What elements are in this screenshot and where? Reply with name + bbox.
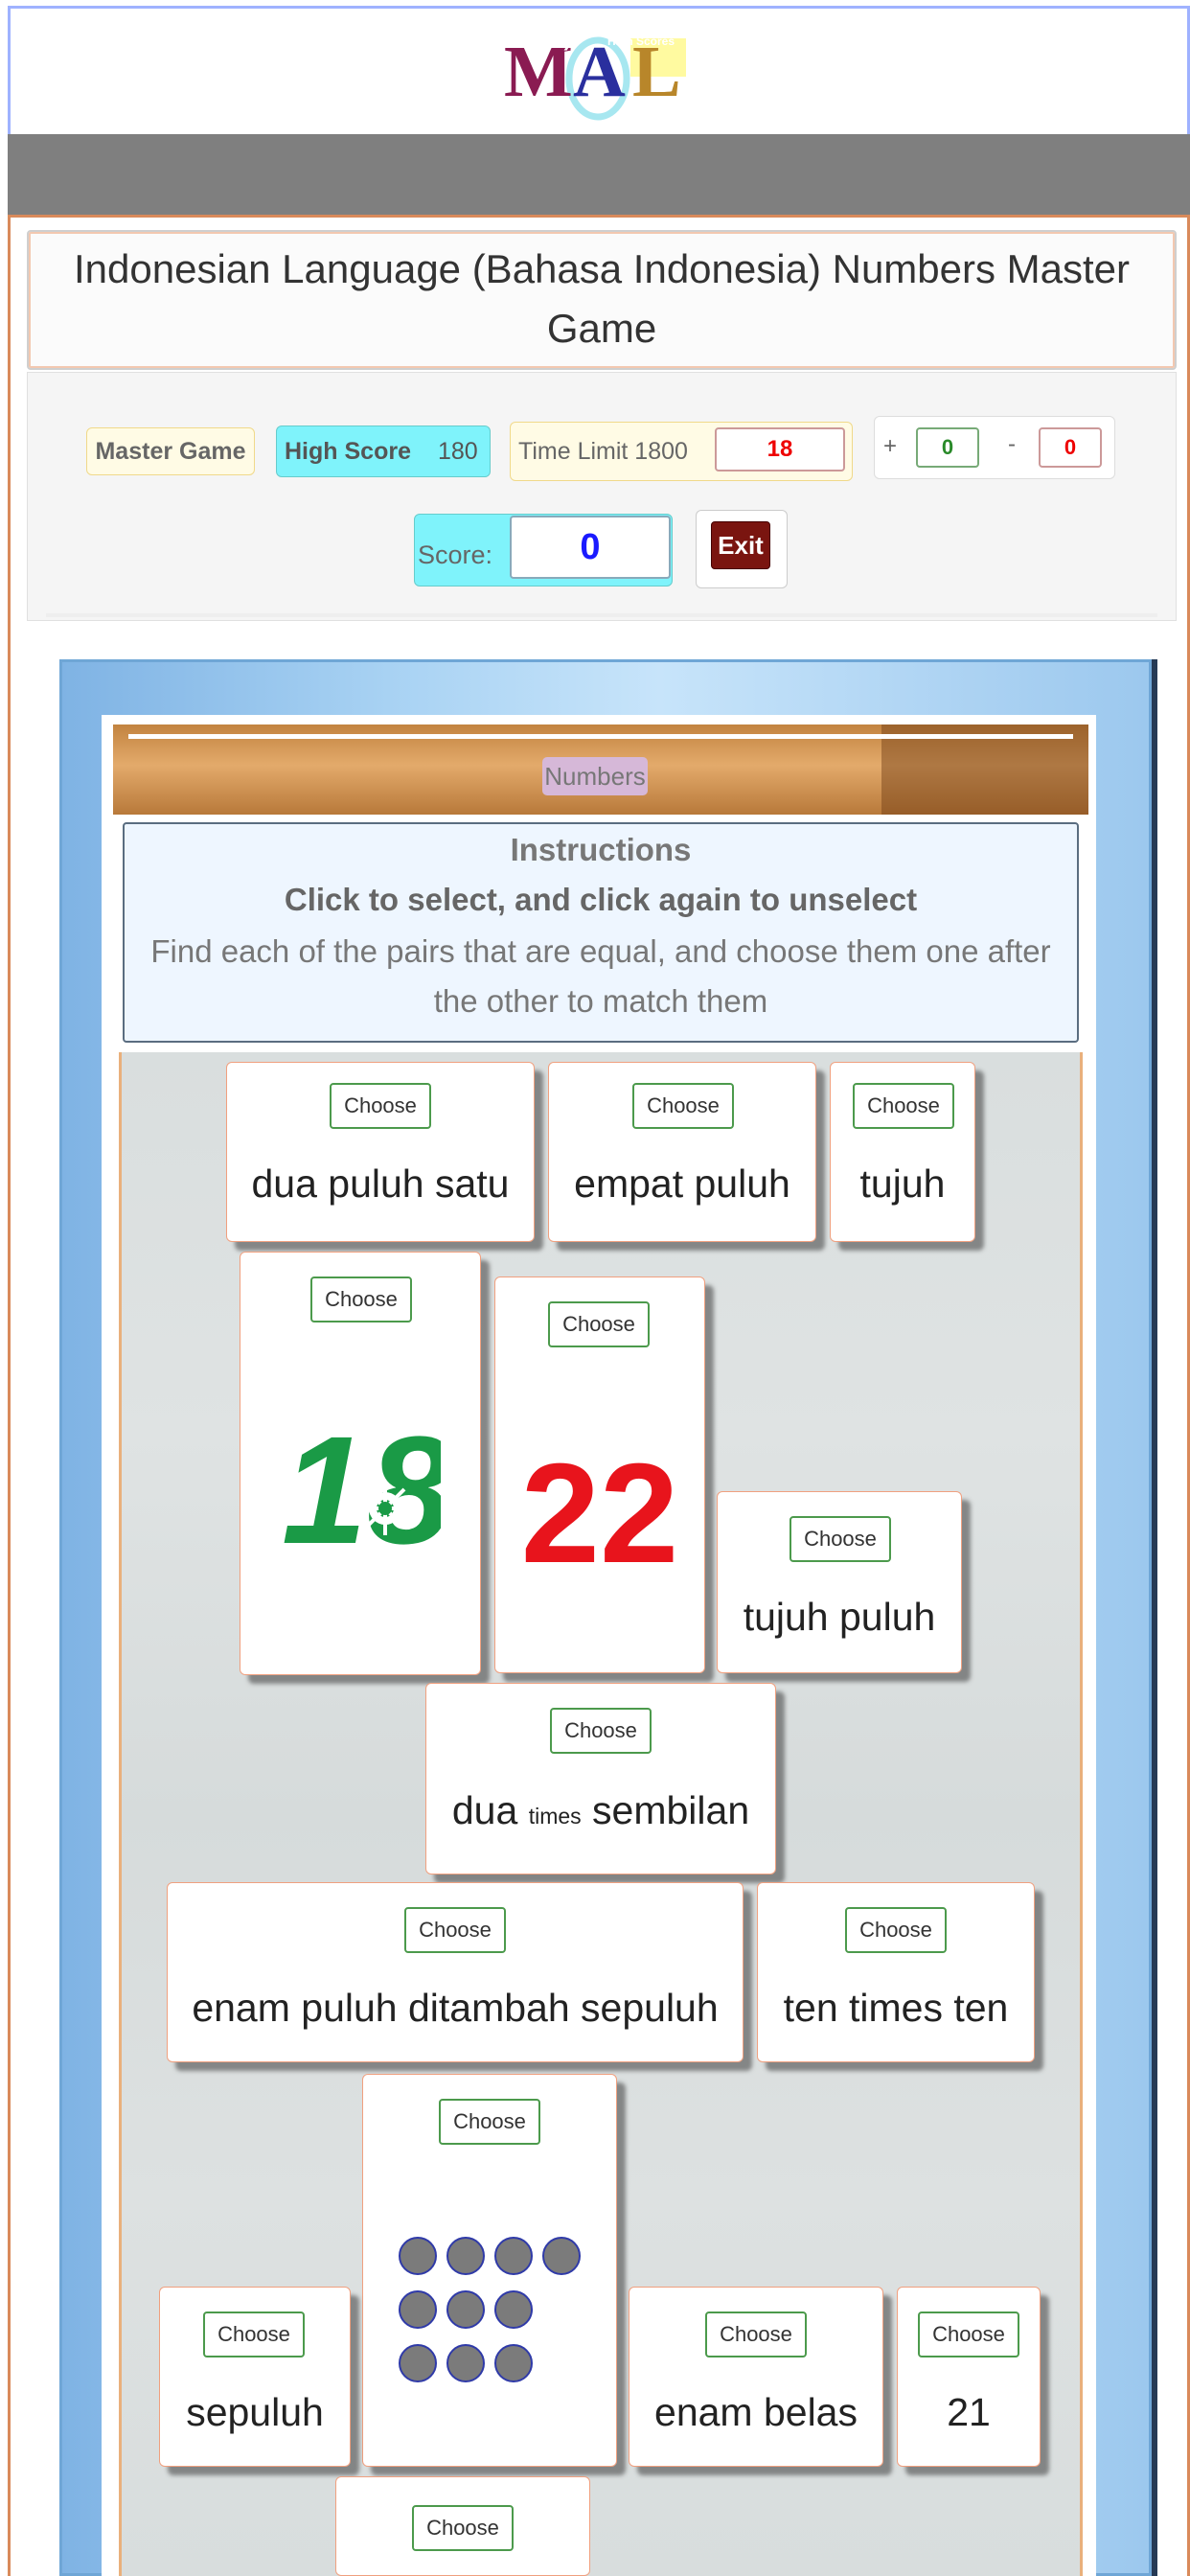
- divider: [46, 613, 1157, 617]
- choose-button[interactable]: Choose: [790, 1516, 891, 1562]
- count-dot: [494, 2237, 533, 2275]
- card-text: dua puluh satu: [251, 1162, 510, 1206]
- wrong-count: 0: [1039, 427, 1102, 468]
- card-text: enam puluh ditambah sepuluh: [192, 1986, 719, 2030]
- decorated-numeral-18: 18: [278, 1404, 452, 1576]
- count-dot: [399, 2237, 437, 2275]
- card-text-part: sembilan: [592, 1788, 750, 1832]
- choose-button[interactable]: Choose: [310, 1276, 412, 1322]
- card-text: empat puluh: [574, 1162, 790, 1206]
- instructions-line: the other to match them: [433, 983, 768, 1019]
- choose-button[interactable]: Choose: [853, 1083, 954, 1129]
- correct-count: 0: [916, 427, 979, 468]
- category-label: Numbers: [542, 757, 648, 795]
- count-dot: [446, 2290, 485, 2329]
- instructions-line: Find each of the pairs that are equal, a…: [150, 933, 1051, 969]
- high-score-label: High Score: [285, 437, 411, 465]
- card-text: ten times ten: [783, 1986, 1009, 2030]
- card-text: enam belas: [654, 2390, 858, 2434]
- count-dot: [494, 2290, 533, 2329]
- count-dot: [446, 2344, 485, 2382]
- minus-sign: -: [1008, 431, 1016, 457]
- card-text: tujuh puluh: [743, 1595, 936, 1639]
- instructions-heading: Instructions: [510, 832, 692, 867]
- high-score-value: 180: [437, 437, 478, 465]
- count-dot: [399, 2290, 437, 2329]
- choose-button[interactable]: Choose: [548, 1301, 650, 1347]
- choose-button[interactable]: Choose: [705, 2312, 807, 2358]
- count-dot: [399, 2344, 437, 2382]
- choose-button[interactable]: Choose: [845, 1907, 947, 1953]
- time-limit-label: Time Limit 1800: [518, 437, 688, 465]
- choose-button[interactable]: Choose: [918, 2312, 1019, 2358]
- card-text: tujuh: [859, 1162, 946, 1206]
- card-text: 21: [947, 2390, 991, 2434]
- nav-bar: [8, 134, 1190, 215]
- instructions-bold: Click to select, and click again to unse…: [284, 882, 918, 917]
- card-text: sepuluh: [186, 2390, 324, 2434]
- choose-button[interactable]: Choose: [203, 2312, 305, 2358]
- count-dot: [542, 2237, 581, 2275]
- choose-button[interactable]: Choose: [632, 1083, 734, 1129]
- card-operator: times: [528, 1804, 582, 1828]
- choose-button[interactable]: Choose: [404, 1907, 506, 1953]
- card-numeral: 22: [520, 1435, 679, 1593]
- choose-button[interactable]: Choose: [439, 2099, 540, 2145]
- language-link[interactable]: Indonesian Language (Bahasa Indonesia): [155, 27, 571, 52]
- timer-value: 18: [715, 427, 845, 472]
- score-label: Score:: [418, 540, 493, 569]
- card-numeral: 18: [282, 1409, 441, 1562]
- back-link[interactable]: <<<: [84, 27, 122, 52]
- mode-badge: Master Game: [86, 427, 255, 475]
- banner-rule: [128, 734, 1073, 739]
- dot-count-figure: [395, 2233, 586, 2396]
- count-dot: [446, 2237, 485, 2275]
- choose-button[interactable]: Choose: [330, 1083, 431, 1129]
- count-dot: [494, 2344, 533, 2382]
- card-text-part: dua: [451, 1788, 518, 1832]
- choose-button[interactable]: Choose: [550, 1708, 652, 1754]
- plus-sign: +: [883, 433, 898, 459]
- card-text: dua times sembilan: [425, 1788, 776, 1833]
- high-score-badge: High Score 180: [276, 426, 491, 477]
- exit-button[interactable]: Exit: [711, 521, 770, 569]
- high-scores-link[interactable]: High Scores: [607, 34, 675, 48]
- page-title: Indonesian Language (Bahasa Indonesia) N…: [73, 246, 1131, 351]
- score-value: 0: [510, 516, 671, 579]
- choose-button[interactable]: Choose: [412, 2505, 514, 2551]
